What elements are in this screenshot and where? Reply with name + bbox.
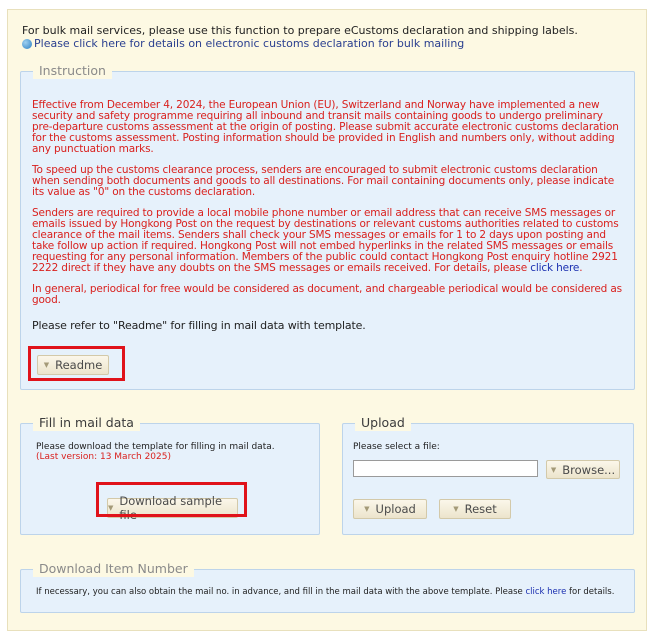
- globe-icon: [22, 38, 32, 49]
- download-item-section: Download Item Number If necessary, you c…: [20, 561, 635, 613]
- instruction-paragraph-1: Effective from December 4, 2024, the Eur…: [32, 99, 619, 155]
- instruction-section: Instruction Effective from December 4, 2…: [20, 63, 635, 390]
- fill-note: Please download the template for filling…: [36, 442, 275, 452]
- intro-text: For bulk mail services, please use this …: [22, 24, 578, 37]
- upload-button-label: Upload: [375, 502, 416, 516]
- sms-details-link[interactable]: click here: [530, 262, 579, 274]
- browse-button[interactable]: ▼ Browse...: [546, 460, 620, 479]
- fill-section: Fill in mail data Please download the te…: [20, 415, 320, 535]
- instruction-paragraph-2: To speed up the customs clearance proces…: [32, 164, 615, 198]
- bulk-mail-panel: For bulk mail services, please use this …: [7, 9, 647, 631]
- download-highlight: [96, 482, 247, 517]
- chevron-down-icon: ▼: [550, 465, 557, 474]
- details-link-label[interactable]: Please click here for details on electro…: [34, 37, 464, 50]
- instruction-paragraph-3: Senders are required to provide a local …: [32, 208, 626, 274]
- upload-section: Upload Please select a file: ▼ Browse...…: [342, 415, 634, 535]
- reset-button[interactable]: ▼ Reset: [439, 499, 511, 519]
- download-item-text-before: If necessary, you can also obtain the ma…: [36, 587, 523, 597]
- upload-legend: Upload: [355, 415, 411, 431]
- download-item-legend: Download Item Number: [33, 561, 194, 577]
- chevron-down-icon: ▼: [453, 505, 459, 513]
- download-item-text-after: for details.: [569, 587, 615, 597]
- select-file-label: Please select a file:: [353, 442, 440, 452]
- instruction-body: Effective from December 4, 2024, the Eur…: [32, 100, 626, 341]
- instruction-paragraph-4: In general, periodical for free would be…: [32, 283, 622, 306]
- download-item-link[interactable]: click here: [525, 587, 566, 597]
- download-item-text: If necessary, you can also obtain the ma…: [36, 587, 614, 597]
- upload-button[interactable]: ▼ Upload: [353, 499, 427, 519]
- details-link[interactable]: Please click here for details on electro…: [22, 37, 578, 50]
- browse-button-label: Browse...: [562, 462, 616, 477]
- readme-highlight: [28, 346, 125, 381]
- fill-version: (Last version: 13 March 2025): [36, 452, 171, 462]
- intro: For bulk mail services, please use this …: [22, 24, 578, 50]
- instruction-legend: Instruction: [33, 63, 112, 79]
- chevron-down-icon: ▼: [364, 505, 370, 513]
- reset-button-label: Reset: [464, 502, 497, 516]
- fill-legend: Fill in mail data: [33, 415, 140, 431]
- readme-note: Please refer to "Readme" for filling in …: [32, 319, 366, 332]
- sms-details-period: .: [579, 262, 583, 274]
- file-path-input[interactable]: [353, 460, 538, 477]
